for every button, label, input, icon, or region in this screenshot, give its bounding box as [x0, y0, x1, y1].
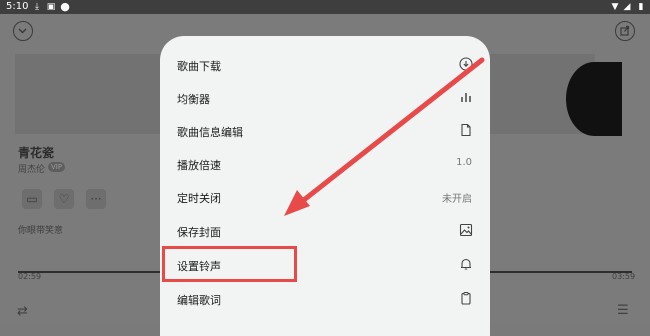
annotation-arrow — [284, 57, 485, 216]
